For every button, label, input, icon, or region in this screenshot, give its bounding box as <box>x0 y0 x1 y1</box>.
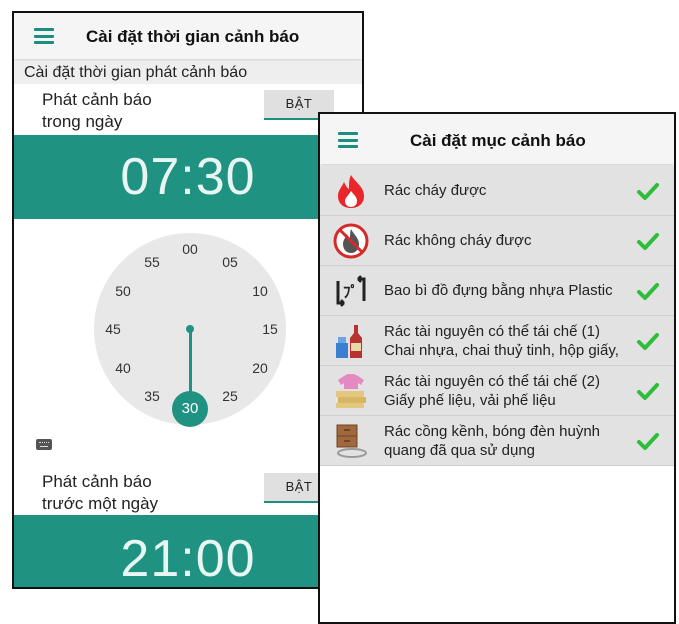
clock-number[interactable]: 20 <box>248 359 272 377</box>
same-day-time-panel: 07:30 <box>14 135 362 219</box>
checkmark-icon[interactable] <box>636 329 660 353</box>
list-item[interactable]: Rác không cháy được <box>320 216 674 266</box>
list-item[interactable]: Rác tài nguyên có thể tái chế (2) Giấy p… <box>320 366 674 416</box>
flame-icon <box>338 175 364 208</box>
app-bar: Cài đặt thời gian cảnh báo <box>14 13 362 59</box>
same-day-time[interactable]: 07:30 <box>14 135 362 219</box>
selected-minute[interactable]: 30 <box>172 391 208 427</box>
item-label: Rác tài nguyên có thể tái chế (1) Chai n… <box>384 322 619 359</box>
time-settings-screen: Cài đặt thời gian cảnh báo Cài đặt thời … <box>12 11 364 589</box>
clock-number[interactable]: 25 <box>218 387 242 405</box>
svg-text:ﾌﾟ: ﾌﾟ <box>343 283 358 301</box>
clock-number[interactable]: 05 <box>218 253 242 271</box>
item-label: Rác cồng kềnh, bóng đèn huỳnh quang đã q… <box>384 422 600 459</box>
clock-number[interactable]: 15 <box>258 320 282 338</box>
page-title: Cài đặt thời gian cảnh báo <box>86 27 300 46</box>
list-item[interactable]: ﾌﾟ Bao bì đồ đựng bằng nhựa Plastic <box>320 266 674 316</box>
list-item[interactable]: Rác cồng kềnh, bóng đèn huỳnh quang đã q… <box>320 416 674 466</box>
same-day-alarm-label: Phát cảnh báo trong ngày <box>42 89 222 133</box>
checkmark-icon[interactable] <box>636 229 660 253</box>
clock-center <box>186 325 194 333</box>
bulky-waste-icon <box>336 424 367 458</box>
section-header: Cài đặt thời gian phát cảnh báo <box>14 62 362 84</box>
checkmark-icon[interactable] <box>636 279 660 303</box>
checkmark-icon[interactable] <box>636 179 660 203</box>
clock-number[interactable]: 50 <box>111 282 135 300</box>
list-item[interactable]: Rác tài nguyên có thể tái chế (1) Chai n… <box>320 316 674 366</box>
keyboard-icon[interactable] <box>36 439 52 450</box>
alert-items-screen: Cài đặt mục cảnh báo Rác cháy được Rác k… <box>318 112 676 624</box>
menu-icon[interactable] <box>338 132 358 148</box>
no-burn-icon <box>333 223 369 259</box>
alert-item-list: Rác cháy được Rác không cháy được ﾌﾟ Bao… <box>320 166 674 466</box>
checkmark-icon[interactable] <box>636 429 660 453</box>
label-line: trong ngày <box>42 112 123 131</box>
page-title: Cài đặt mục cảnh báo <box>410 131 586 150</box>
bottles-icon <box>336 325 362 358</box>
label-line: Phát cảnh báo <box>42 90 152 109</box>
day-before-time-panel: 21:00 <box>14 515 362 587</box>
clock-number[interactable]: 00 <box>178 240 202 258</box>
label-line: Phát cảnh báo <box>42 472 152 491</box>
day-before-time[interactable]: 21:00 <box>14 515 362 587</box>
clock-number[interactable]: 40 <box>111 359 135 377</box>
minute-clock-dial[interactable]: 00 05 10 15 20 25 35 40 45 50 55 30 <box>94 233 286 427</box>
item-label: Rác tài nguyên có thể tái chế (2) Giấy p… <box>384 372 600 409</box>
plastic-recycle-icon: ﾌﾟ <box>336 275 366 307</box>
clock-number[interactable]: 45 <box>101 320 125 338</box>
label-line: trước một ngày <box>42 494 159 513</box>
list-item[interactable]: Rác cháy được <box>320 166 674 216</box>
item-label: Rác cháy được <box>384 182 487 199</box>
item-label: Bao bì đồ đựng bằng nhựa Plastic <box>384 282 613 299</box>
app-bar: Cài đặt mục cảnh báo <box>320 114 674 164</box>
checkmark-icon[interactable] <box>636 379 660 403</box>
clock-number[interactable]: 55 <box>140 253 164 271</box>
clock-number[interactable]: 10 <box>248 282 272 300</box>
menu-icon[interactable] <box>34 28 54 44</box>
clock-number[interactable]: 35 <box>140 387 164 405</box>
paper-cloth-icon <box>336 374 366 408</box>
item-label: Rác không cháy được <box>384 232 532 249</box>
day-before-alarm-label: Phát cảnh báo trước một ngày <box>42 471 222 515</box>
